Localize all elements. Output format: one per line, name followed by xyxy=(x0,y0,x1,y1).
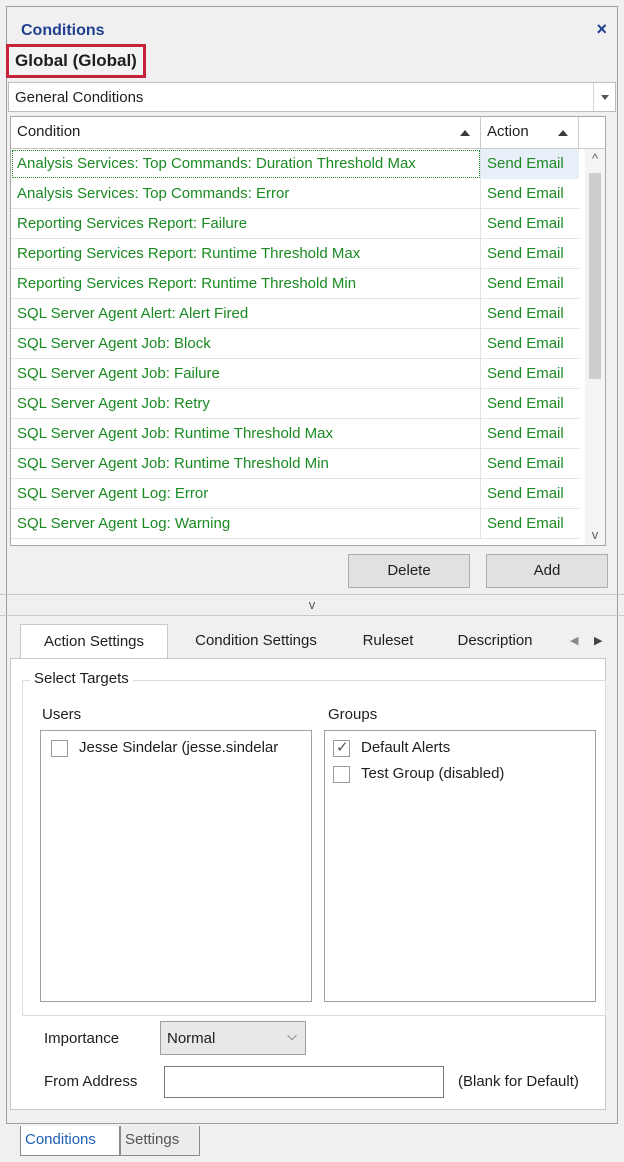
table-row[interactable]: SQL Server Agent Job: Block Send Email xyxy=(11,329,579,359)
sort-ascending-icon xyxy=(558,130,568,136)
column-header-label: Condition xyxy=(17,123,81,140)
importance-label: Importance xyxy=(44,1030,120,1047)
action-cell[interactable]: Send Email xyxy=(481,149,579,179)
scroll-thumb[interactable] xyxy=(589,173,601,379)
column-header-action[interactable]: Action xyxy=(481,117,579,149)
select-targets-title: Select Targets xyxy=(30,670,133,687)
table-row[interactable]: SQL Server Agent Job: Runtime Threshold … xyxy=(11,449,579,479)
column-header-label: Action xyxy=(487,123,529,140)
table-row[interactable]: SQL Server Agent Job: Runtime Threshold … xyxy=(11,419,579,449)
column-header-condition[interactable]: Condition xyxy=(11,117,481,149)
users-list[interactable]: Jesse Sindelar (jesse.sindelar xyxy=(40,730,312,1002)
action-cell[interactable]: Send Email xyxy=(481,479,579,509)
conditions-grid: Condition Action Analysis Services: Top … xyxy=(10,116,606,546)
checkmark-icon: ✓ xyxy=(336,739,349,756)
from-address-input[interactable] xyxy=(164,1066,444,1098)
tab-scroll-right-icon[interactable]: ▶ xyxy=(594,634,602,647)
delete-button[interactable]: Delete xyxy=(348,554,470,588)
chevron-down-icon: ⌵ xyxy=(287,1028,297,1043)
grid-header: Condition Action xyxy=(11,117,605,149)
action-cell[interactable]: Send Email xyxy=(481,179,579,209)
settings-tabstrip: Action Settings Condition Settings Rules… xyxy=(10,624,606,660)
action-cell[interactable]: Send Email xyxy=(481,239,579,269)
condition-cell[interactable]: Analysis Services: Top Commands: Error xyxy=(11,179,481,209)
category-dropdown[interactable]: General Conditions xyxy=(8,82,616,112)
action-cell[interactable]: Send Email xyxy=(481,269,579,299)
from-address-hint: (Blank for Default) xyxy=(458,1073,579,1090)
tab-condition-settings[interactable]: Condition Settings xyxy=(178,624,334,658)
condition-cell[interactable]: Reporting Services Report: Runtime Thres… xyxy=(11,269,481,299)
table-row[interactable]: Analysis Services: Top Commands: Duratio… xyxy=(11,149,579,179)
action-cell[interactable]: Send Email xyxy=(481,389,579,419)
grid-rows: Analysis Services: Top Commands: Duratio… xyxy=(11,149,579,539)
condition-cell[interactable]: SQL Server Agent Log: Error xyxy=(11,479,481,509)
splitter-toggle[interactable]: v xyxy=(0,594,624,616)
table-row[interactable]: SQL Server Agent Job: Retry Send Email xyxy=(11,389,579,419)
action-cell[interactable]: Send Email xyxy=(481,329,579,359)
action-cell[interactable]: Send Email xyxy=(481,419,579,449)
condition-cell[interactable]: SQL Server Agent Job: Failure xyxy=(11,359,481,389)
tab-description[interactable]: Description xyxy=(442,624,548,658)
table-row[interactable]: Reporting Services Report: Runtime Thres… xyxy=(11,269,579,299)
close-icon[interactable]: × xyxy=(596,19,607,40)
tab-scroll-left-icon[interactable]: ◀ xyxy=(570,634,578,647)
action-cell[interactable]: Send Email xyxy=(481,209,579,239)
user-checkbox[interactable] xyxy=(51,740,68,757)
condition-cell[interactable]: SQL Server Agent Alert: Alert Fired xyxy=(11,299,481,329)
scroll-up-icon[interactable]: ^ xyxy=(585,149,605,169)
scope-label: Global (Global) xyxy=(6,44,146,78)
grid-scrollbar[interactable]: ^ v xyxy=(585,149,605,545)
dropdown-arrow-icon[interactable] xyxy=(593,83,615,111)
condition-cell[interactable]: Analysis Services: Top Commands: Duratio… xyxy=(11,149,481,179)
table-row[interactable]: Reporting Services Report: Runtime Thres… xyxy=(11,239,579,269)
group-name: Test Group (disabled) xyxy=(361,765,505,782)
condition-cell[interactable]: Reporting Services Report: Runtime Thres… xyxy=(11,239,481,269)
category-value: General Conditions xyxy=(15,89,144,106)
table-row[interactable]: SQL Server Agent Alert: Alert Fired Send … xyxy=(11,299,579,329)
tab-action-settings[interactable]: Action Settings xyxy=(20,624,168,660)
table-row[interactable]: Reporting Services Report: Failure Send E… xyxy=(11,209,579,239)
condition-cell[interactable]: SQL Server Agent Job: Retry xyxy=(11,389,481,419)
action-cell[interactable]: Send Email xyxy=(481,299,579,329)
groups-list[interactable]: ✓ Default Alerts Test Group (disabled) xyxy=(324,730,596,1002)
chevron-down-icon: v xyxy=(308,597,316,612)
user-name: Jesse Sindelar (jesse.sindelar xyxy=(79,739,279,756)
group-checkbox[interactable] xyxy=(333,766,350,783)
group-checkbox[interactable]: ✓ xyxy=(333,739,350,757)
groups-label: Groups xyxy=(328,706,378,723)
table-row[interactable]: Analysis Services: Top Commands: Error Se… xyxy=(11,179,579,209)
action-cell[interactable]: Send Email xyxy=(481,359,579,389)
users-label: Users xyxy=(42,706,82,723)
scroll-down-icon[interactable]: v xyxy=(585,525,605,545)
tab-settings[interactable]: Settings xyxy=(120,1126,200,1156)
action-cell[interactable]: Send Email xyxy=(481,509,579,539)
action-cell[interactable]: Send Email xyxy=(481,449,579,479)
condition-cell[interactable]: SQL Server Agent Job: Block xyxy=(11,329,481,359)
condition-cell[interactable]: SQL Server Agent Job: Runtime Threshold … xyxy=(11,449,481,479)
importance-value: Normal xyxy=(167,1030,216,1047)
from-address-label: From Address xyxy=(44,1073,138,1090)
condition-cell[interactable]: SQL Server Agent Job: Runtime Threshold … xyxy=(11,419,481,449)
condition-cell[interactable]: SQL Server Agent Log: Warning xyxy=(11,509,481,539)
importance-select[interactable]: Normal ⌵ xyxy=(160,1021,306,1055)
table-row[interactable]: SQL Server Agent Log: Error Send Email xyxy=(11,479,579,509)
tab-ruleset[interactable]: Ruleset xyxy=(348,624,428,658)
tab-conditions[interactable]: Conditions xyxy=(20,1126,120,1156)
group-name: Default Alerts xyxy=(361,739,451,756)
add-button[interactable]: Add xyxy=(486,554,608,588)
table-row[interactable]: SQL Server Agent Log: Warning Send Email xyxy=(11,509,579,539)
sort-ascending-icon xyxy=(460,130,470,136)
table-row[interactable]: SQL Server Agent Job: Failure Send Email xyxy=(11,359,579,389)
condition-cell[interactable]: Reporting Services Report: Failure xyxy=(11,209,481,239)
panel-title: Conditions xyxy=(21,22,105,39)
